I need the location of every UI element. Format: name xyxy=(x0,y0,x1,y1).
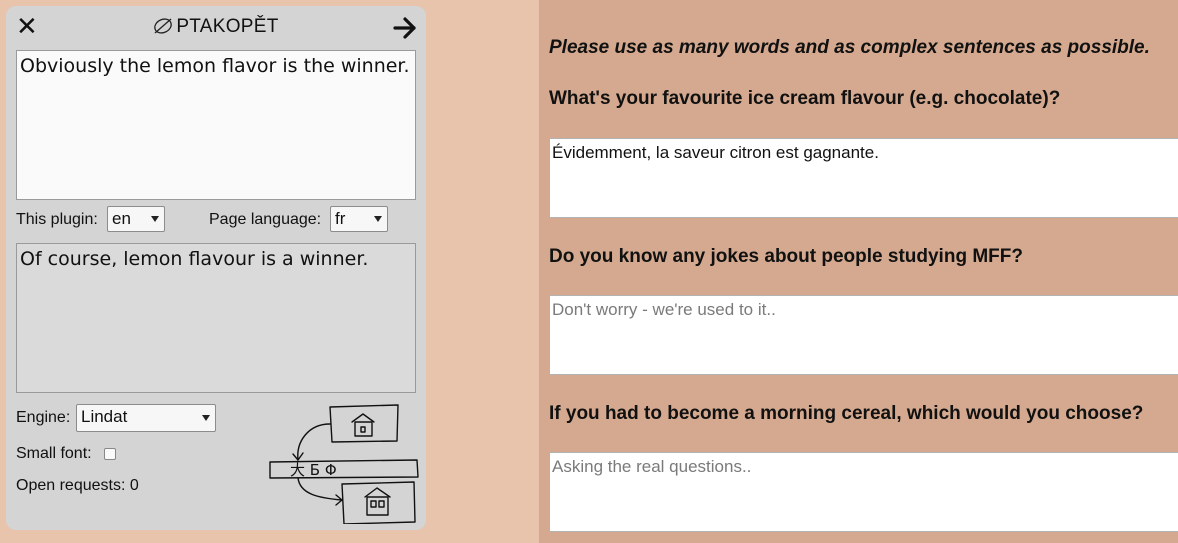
page-language-label: Page language: xyxy=(209,211,322,228)
backtranslation-textarea: Of course, lemon flavour is a winner. xyxy=(16,243,416,393)
open-requests-status: Open requests: 0 xyxy=(16,477,139,494)
page-language-select[interactable]: fr xyxy=(330,206,388,232)
engine-label: Engine: xyxy=(16,409,71,426)
answer-field-flavour[interactable]: Évidemment, la saveur citron est gagnant… xyxy=(549,138,1178,218)
ptakopet-panel: ✕ PTAKOPĚT Obviously the lemon flavor is… xyxy=(6,6,426,530)
feather-logo-icon xyxy=(153,17,173,41)
intro-text: Please use as many words and as complex … xyxy=(549,37,1150,58)
question-label: What's your favourite ice cream flavour … xyxy=(549,88,1061,109)
question-label: If you had to become a morning cereal, w… xyxy=(549,403,1144,424)
survey-page: Please use as many words and as complex … xyxy=(539,0,1178,543)
panel-title-text: PTAKOPĚT xyxy=(176,16,279,37)
chevron-down-icon xyxy=(151,216,159,222)
small-font-label: Small font: xyxy=(16,445,92,462)
plugin-language-value: en xyxy=(112,209,131,228)
diagram-glyphs: 大 Б Φ xyxy=(290,461,337,479)
page-language-value: fr xyxy=(335,209,346,228)
engine-select[interactable]: Lindat xyxy=(76,404,216,432)
translation-diagram-icon: 大 Б Φ xyxy=(269,404,419,524)
small-font-checkbox[interactable] xyxy=(104,448,116,460)
answer-field-cereal[interactable] xyxy=(549,452,1178,532)
arrow-right-icon[interactable] xyxy=(392,15,418,41)
plugin-language-select[interactable]: en xyxy=(107,206,165,232)
chevron-down-icon xyxy=(202,415,210,421)
plugin-language-label: This plugin: xyxy=(16,211,98,228)
chevron-down-icon xyxy=(374,216,382,222)
panel-title: PTAKOPĚT xyxy=(6,16,426,41)
source-textarea[interactable]: Obviously the lemon flavor is the winner… xyxy=(16,50,416,200)
question-label: Do you know any jokes about people study… xyxy=(549,246,1023,267)
answer-field-jokes[interactable] xyxy=(549,295,1178,375)
engine-value: Lindat xyxy=(81,407,128,426)
